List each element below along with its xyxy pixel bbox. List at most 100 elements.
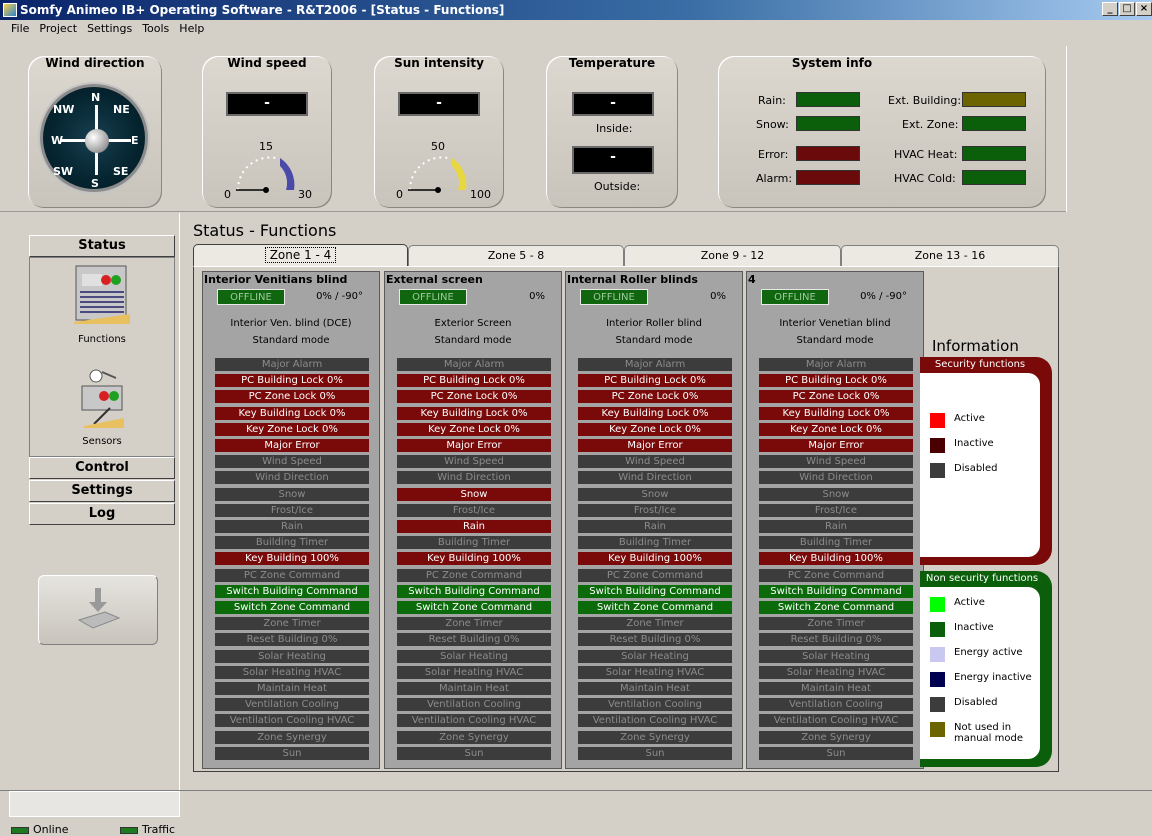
function-indicator: Building Timer bbox=[397, 536, 551, 551]
dir-nw: NW bbox=[53, 103, 75, 116]
function-indicator: Maintain Heat bbox=[759, 682, 913, 696]
maximize-button[interactable]: □ bbox=[1119, 2, 1135, 16]
zone-panel: Interior Venitians blind OFFLINE 0% / -90°… bbox=[193, 266, 1059, 772]
menu-help[interactable]: Help bbox=[174, 20, 209, 38]
zone-column: Interior Venitians blind OFFLINE 0% / -90°… bbox=[202, 271, 380, 769]
legend-label: Disabled bbox=[954, 463, 998, 474]
function-indicator: Switch Zone Command bbox=[759, 601, 913, 615]
functions-icon[interactable] bbox=[74, 264, 130, 324]
nav-control[interactable]: Control bbox=[29, 457, 175, 479]
zone-name: Internal Roller blinds bbox=[567, 273, 698, 286]
status-bar: Online Traffic bbox=[0, 790, 1152, 836]
zone-position: 0% bbox=[529, 291, 545, 302]
function-indicator: Key Zone Lock 0% bbox=[397, 422, 551, 437]
sensors-label[interactable]: Sensors bbox=[30, 436, 174, 447]
function-indicator: Solar Heating bbox=[397, 649, 551, 664]
ext-zone-indicator bbox=[962, 116, 1026, 131]
function-indicator: Frost/Ice bbox=[578, 503, 732, 518]
function-indicator: Wind Direction bbox=[215, 471, 369, 486]
wind-speed-scale-min: 0 bbox=[224, 188, 231, 201]
nav-log[interactable]: Log bbox=[29, 503, 175, 525]
function-indicator: Key Building 100% bbox=[397, 552, 551, 567]
legend-swatch bbox=[930, 438, 945, 453]
menu-settings[interactable]: Settings bbox=[82, 20, 137, 38]
status-subpanel: Functions Sensors bbox=[29, 257, 175, 457]
function-indicator: Zone Synergy bbox=[397, 730, 551, 745]
function-indicator: Zone Timer bbox=[397, 617, 551, 632]
page-title: Status - Functions bbox=[193, 221, 337, 240]
function-indicator: Key Building Lock 0% bbox=[578, 406, 732, 421]
dir-w: W bbox=[51, 134, 64, 147]
compass-icon: N NE E SE S SW W NW bbox=[40, 84, 148, 192]
function-indicator: Building Timer bbox=[215, 536, 369, 551]
dir-e: E bbox=[131, 134, 139, 147]
online-led bbox=[11, 827, 29, 834]
function-indicator: Zone Timer bbox=[759, 617, 913, 632]
tab-zone-5-8[interactable]: Zone 5 - 8 bbox=[408, 245, 624, 267]
function-indicator: Ventilation Cooling bbox=[759, 698, 913, 713]
function-indicator: Reset Building 0% bbox=[578, 633, 732, 648]
online-label: Online bbox=[33, 823, 69, 836]
legend-label: Energy active bbox=[954, 647, 1023, 658]
function-indicator: Ventilation Cooling bbox=[215, 698, 369, 713]
legend-swatch bbox=[930, 697, 945, 712]
sensors-icon[interactable] bbox=[74, 368, 130, 428]
close-button[interactable]: × bbox=[1136, 2, 1152, 16]
zone-device-type: Interior Roller blind bbox=[606, 318, 702, 329]
security-legend-title: Security functions bbox=[934, 359, 1026, 370]
dir-ne: NE bbox=[113, 103, 130, 116]
nav-status[interactable]: Status bbox=[29, 235, 175, 257]
zone-column: 4 OFFLINE 0% / -90° Interior Venetian blind… bbox=[746, 271, 924, 769]
function-indicator: Key Building 100% bbox=[759, 552, 913, 567]
legend-item: Not used in manual mode bbox=[930, 722, 1040, 744]
menu-project[interactable]: Project bbox=[34, 20, 82, 38]
zone-mode: Standard mode bbox=[615, 335, 693, 346]
wind-speed-title: Wind speed bbox=[227, 56, 307, 70]
legend-label: Inactive bbox=[954, 622, 994, 633]
zone-tabs: Zone 1 - 4 Zone 5 - 8 Zone 9 - 12 Zone 1… bbox=[193, 244, 1059, 268]
function-indicator: Solar Heating bbox=[215, 649, 369, 664]
zone-status-badge: OFFLINE bbox=[580, 289, 648, 305]
snow-label: Snow: bbox=[756, 118, 789, 131]
legend-swatch bbox=[930, 622, 945, 637]
function-indicator: PC Building Lock 0% bbox=[578, 374, 732, 389]
function-indicator: Key Zone Lock 0% bbox=[215, 422, 369, 437]
menu-tools[interactable]: Tools bbox=[137, 20, 174, 38]
dir-s: S bbox=[91, 177, 99, 190]
function-indicator: Key Building Lock 0% bbox=[215, 406, 369, 421]
hvac-heat-label: HVAC Heat: bbox=[894, 148, 958, 161]
function-indicator: Ventilation Cooling HVAC bbox=[578, 714, 732, 729]
function-indicator: Key Building 100% bbox=[578, 552, 732, 567]
function-indicator: Key Zone Lock 0% bbox=[578, 422, 732, 437]
tab-zone-1-4[interactable]: Zone 1 - 4 bbox=[193, 244, 408, 268]
tab-zone-9-12[interactable]: Zone 9 - 12 bbox=[624, 245, 841, 267]
function-indicator: Solar Heating HVAC bbox=[397, 665, 551, 680]
legend-swatch bbox=[930, 672, 945, 687]
legend-item: Energy active bbox=[930, 647, 1023, 662]
function-indicator: PC Zone Lock 0% bbox=[397, 390, 551, 405]
function-indicator: Wind Speed bbox=[578, 455, 732, 470]
app-icon bbox=[3, 3, 17, 17]
zone-mode: Standard mode bbox=[434, 335, 512, 346]
functions-label[interactable]: Functions bbox=[30, 334, 174, 345]
sun-scale-min: 0 bbox=[396, 188, 403, 201]
menu-file[interactable]: File bbox=[6, 20, 34, 38]
tab-zone-13-16[interactable]: Zone 13 - 16 bbox=[841, 245, 1059, 267]
function-indicator: Building Timer bbox=[759, 536, 913, 551]
function-indicator: Major Error bbox=[578, 439, 732, 453]
wind-speed-scale-max: 30 bbox=[298, 188, 312, 201]
download-button[interactable] bbox=[38, 575, 158, 645]
legend-swatch bbox=[930, 722, 945, 737]
function-indicator: Major Alarm bbox=[397, 358, 551, 372]
error-label: Error: bbox=[758, 148, 789, 161]
nav-settings[interactable]: Settings bbox=[29, 480, 175, 502]
function-indicator: Major Alarm bbox=[215, 358, 369, 372]
zone-device-type: Interior Venetian blind bbox=[779, 318, 891, 329]
function-indicator: Key Building Lock 0% bbox=[397, 406, 551, 421]
zone-status-badge: OFFLINE bbox=[761, 289, 829, 305]
function-indicator: Ventilation Cooling HVAC bbox=[215, 714, 369, 729]
function-indicator: Snow bbox=[397, 487, 551, 502]
sun-scale-max: 100 bbox=[470, 188, 491, 201]
function-indicator: Ventilation Cooling HVAC bbox=[397, 714, 551, 729]
minimize-button[interactable]: _ bbox=[1102, 2, 1118, 16]
